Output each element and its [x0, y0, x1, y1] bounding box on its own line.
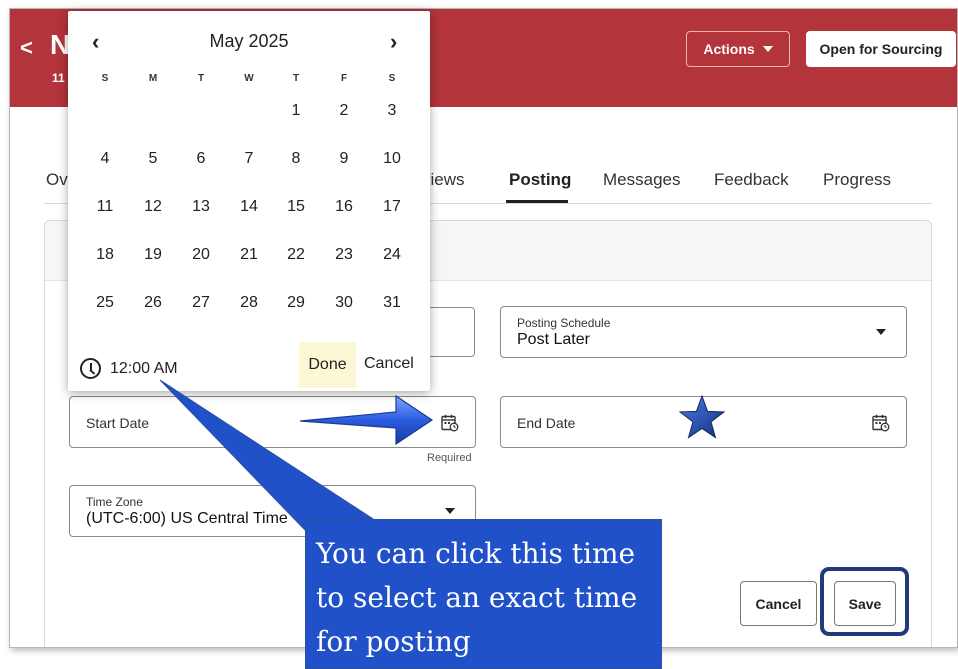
next-month-chevron-icon[interactable]: › [390, 29, 397, 55]
calendar-day[interactable]: 5 [135, 141, 171, 177]
calendar-day[interactable]: 15 [278, 189, 314, 225]
weekday-header: S [101, 73, 109, 84]
calendar-day[interactable]: 18 [87, 237, 123, 273]
calendar-day[interactable]: 13 [183, 189, 219, 225]
calendar-day[interactable]: 1 [278, 93, 314, 129]
picker-cancel-button[interactable]: Cancel [364, 355, 414, 373]
tab-posting[interactable]: Posting [509, 170, 571, 190]
weekday-header: W [244, 73, 254, 84]
calendar-day[interactable]: 19 [135, 237, 171, 273]
chevron-down-icon [445, 508, 455, 514]
posting-schedule-label: Posting Schedule [517, 316, 611, 330]
calendar-day[interactable]: 16 [326, 189, 362, 225]
chevron-down-icon [762, 46, 773, 52]
start-date-required-hint: Required [427, 452, 472, 464]
calendar-day[interactable]: 9 [326, 141, 362, 177]
callout-line-3: for posting [316, 625, 471, 658]
calendar-icon[interactable] [872, 414, 890, 432]
calendar-day[interactable]: 23 [326, 237, 362, 273]
actions-label: Actions [703, 41, 755, 57]
calendar-day[interactable]: 29 [278, 285, 314, 321]
calendar-day[interactable]: 6 [183, 141, 219, 177]
end-date-label: End Date [517, 415, 576, 431]
back-chevron-icon[interactable]: < [20, 35, 33, 61]
posting-schedule-value: Post Later [517, 331, 590, 348]
calendar-day[interactable]: 2 [326, 93, 362, 129]
month-label: May 2025 [209, 31, 289, 51]
tab-progress[interactable]: Progress [823, 170, 891, 190]
calendar-day[interactable]: 14 [231, 189, 267, 225]
tab-feedback[interactable]: Feedback [714, 170, 789, 190]
done-button[interactable]: Done [299, 342, 356, 388]
calendar-day[interactable]: 3 [374, 93, 410, 129]
start-date-field[interactable]: Start Date [69, 396, 476, 448]
calendar-day[interactable]: 17 [374, 189, 410, 225]
calendar-day[interactable]: 20 [183, 237, 219, 273]
calendar-day[interactable]: 27 [183, 285, 219, 321]
cancel-button[interactable]: Cancel [740, 581, 817, 626]
calendar-day[interactable]: 24 [374, 237, 410, 273]
weekday-header: T [292, 73, 300, 84]
calendar-day[interactable]: 4 [87, 141, 123, 177]
calendar-day[interactable]: 8 [278, 141, 314, 177]
calendar-day[interactable]: 31 [374, 285, 410, 321]
save-button[interactable]: Save [834, 581, 896, 626]
calendar-day[interactable]: 10 [374, 141, 410, 177]
calendar-day[interactable]: 21 [231, 237, 267, 273]
time-zone-label: Time Zone [86, 495, 143, 509]
calendar-day[interactable]: 30 [326, 285, 362, 321]
annotation-callout: You can click this time to select an exa… [305, 519, 662, 669]
time-selector[interactable]: 12:00 AM [110, 360, 178, 378]
calendar-day[interactable]: 28 [231, 285, 267, 321]
chevron-down-icon [876, 329, 886, 335]
callout-line-2: to select an exact time [316, 581, 638, 614]
weekday-header: T [197, 73, 205, 84]
calendar-day[interactable]: 26 [135, 285, 171, 321]
tab-messages[interactable]: Messages [603, 170, 680, 190]
open-for-sourcing-button[interactable]: Open for Sourcing [806, 31, 956, 67]
weekday-header: S [388, 73, 396, 84]
page-subtitle: 11 [52, 71, 65, 85]
clock-icon[interactable] [80, 358, 101, 379]
posting-schedule-select[interactable]: Posting Schedule Post Later [500, 306, 907, 358]
time-zone-value: (UTC-6:00) US Central Time [86, 510, 288, 527]
calendar-icon[interactable] [441, 414, 459, 432]
calendar-day[interactable]: 7 [231, 141, 267, 177]
weekday-header: F [340, 73, 348, 84]
callout-line-1: You can click this time [316, 537, 636, 570]
tab-overview[interactable]: Ov [46, 170, 68, 190]
calendar-day[interactable]: 25 [87, 285, 123, 321]
calendar-day[interactable]: 11 [87, 189, 123, 225]
calendar-day[interactable]: 12 [135, 189, 171, 225]
actions-button[interactable]: Actions [686, 31, 790, 67]
weekday-header: M [148, 73, 158, 84]
calendar-day[interactable]: 22 [278, 237, 314, 273]
end-date-field[interactable]: End Date [500, 396, 907, 448]
start-date-label: Start Date [86, 415, 150, 431]
date-picker-popup: ‹ May 2025 › S M T W T F S 1 2 3 4 5 6 7 8 9 10 11 12 13 14 1… [68, 11, 430, 391]
